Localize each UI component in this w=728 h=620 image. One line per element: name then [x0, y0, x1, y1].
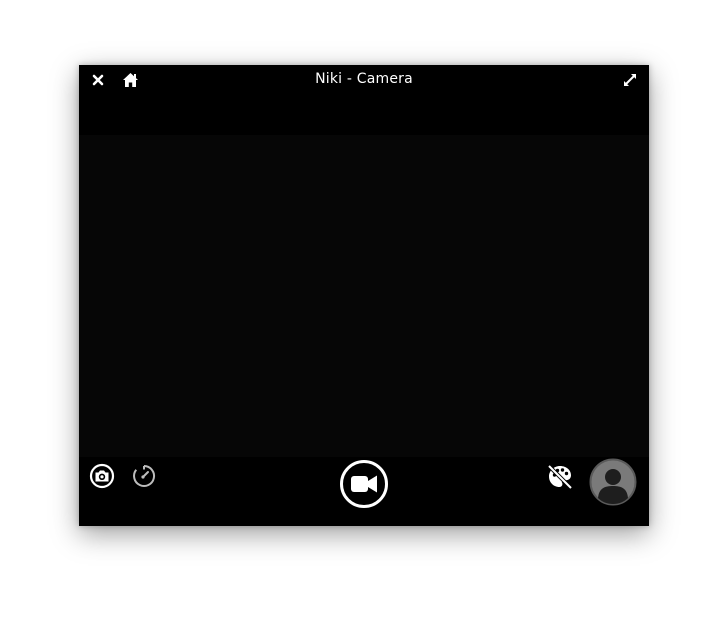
camera-mode-icon [89, 463, 115, 489]
camera-viewfinder[interactable] [79, 135, 649, 457]
filters-palette-icon [547, 464, 573, 490]
title-bar: Niki - Camera [79, 65, 649, 95]
gallery-avatar-icon [589, 458, 637, 506]
timer-button[interactable] [131, 463, 157, 489]
camera-controls [79, 457, 649, 526]
window-title: Niki - Camera [315, 71, 413, 87]
filters-button[interactable] [546, 463, 574, 491]
camera-window: Niki - Camera [79, 65, 649, 526]
gallery-button[interactable] [589, 458, 637, 506]
fullscreen-button[interactable] [621, 71, 639, 89]
record-video-button[interactable] [339, 459, 389, 509]
video-record-icon [340, 460, 388, 508]
camera-mode-button[interactable] [89, 463, 115, 489]
fullscreen-icon [624, 74, 636, 86]
timer-icon [133, 464, 156, 487]
